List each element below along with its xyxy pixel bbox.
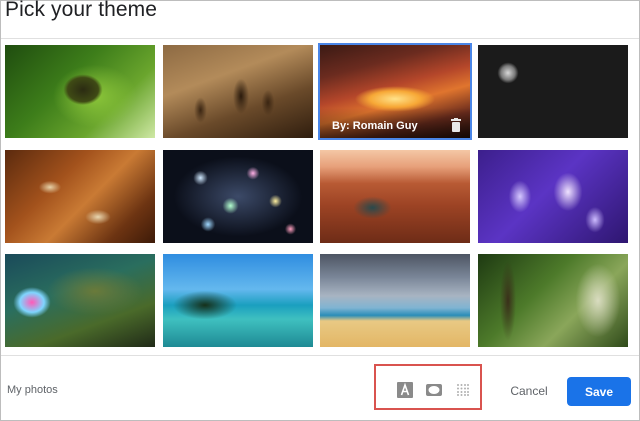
theme-thumbnail (5, 45, 155, 138)
blur-button[interactable] (455, 382, 471, 398)
cancel-button[interactable]: Cancel (500, 377, 558, 405)
theme-thumbnail (5, 254, 155, 347)
trash-icon[interactable] (450, 118, 462, 132)
blur-icon (457, 384, 469, 396)
vignette-icon (426, 384, 442, 396)
my-photos-link[interactable]: My photos (7, 384, 58, 396)
theme-tile-lake-island[interactable] (163, 254, 313, 347)
footer-divider (1, 355, 639, 356)
save-button[interactable]: Save (567, 377, 631, 406)
theme-thumbnail (163, 254, 313, 347)
theme-tile-autumn-leaves[interactable] (5, 150, 155, 243)
theme-thumbnail (320, 254, 470, 347)
theme-thumbnail (320, 150, 470, 243)
vignette-button[interactable] (426, 382, 442, 398)
theme-tile-jellyfish[interactable] (478, 150, 628, 243)
theme-tile-metal-pipes[interactable] (478, 45, 628, 138)
text-background-button[interactable] (397, 382, 413, 398)
theme-grid: By: Romain Guy (1, 1, 640, 355)
theme-picker-dialog: Pick your theme By: Romain Guy My photos… (0, 0, 640, 421)
theme-tile-river-canyon[interactable] (320, 150, 470, 243)
photo-credit: By: Romain Guy (332, 120, 418, 132)
theme-thumbnail (5, 150, 155, 243)
theme-thumbnail (163, 45, 313, 138)
theme-tile-abstract-reflection[interactable] (5, 254, 155, 347)
text-background-icon (397, 382, 413, 398)
theme-thumbnail (163, 150, 313, 243)
theme-thumbnail (478, 150, 628, 243)
theme-tile-beach-sky[interactable] (320, 254, 470, 347)
theme-tile-forest-waterfall[interactable] (478, 254, 628, 347)
theme-tile-chess-pieces[interactable] (163, 45, 313, 138)
theme-tile-bokeh-lights[interactable] (163, 150, 313, 243)
theme-tile-canyon-light[interactable]: By: Romain Guy (318, 43, 472, 140)
theme-tile-caterpillar[interactable] (5, 45, 155, 138)
theme-thumbnail (478, 254, 628, 347)
theme-thumbnail (478, 45, 628, 138)
